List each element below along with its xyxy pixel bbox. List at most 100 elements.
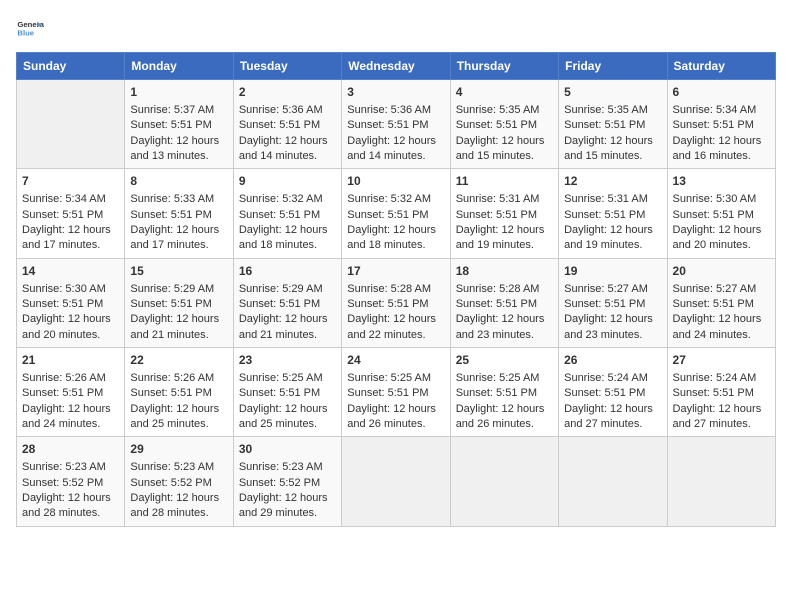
day-info: Sunrise: 5:25 AM Sunset: 5:51 PM Dayligh… <box>347 372 436 430</box>
calendar-cell: 30 Sunrise: 5:23 AM Sunset: 5:52 PM Dayli… <box>233 437 341 526</box>
day-info: Sunrise: 5:29 AM Sunset: 5:51 PM Dayligh… <box>130 283 219 341</box>
day-number: 11 <box>456 173 553 190</box>
calendar-week-row: 7 Sunrise: 5:34 AM Sunset: 5:51 PM Daylig… <box>17 169 776 258</box>
weekday-header-monday: Monday <box>125 53 233 80</box>
day-info: Sunrise: 5:30 AM Sunset: 5:51 PM Dayligh… <box>673 193 762 251</box>
page-header: General Blue <box>16 16 776 44</box>
day-info: Sunrise: 5:26 AM Sunset: 5:51 PM Dayligh… <box>130 372 219 430</box>
day-info: Sunrise: 5:36 AM Sunset: 5:51 PM Dayligh… <box>239 104 328 162</box>
calendar-week-row: 21 Sunrise: 5:26 AM Sunset: 5:51 PM Dayli… <box>17 348 776 437</box>
day-info: Sunrise: 5:27 AM Sunset: 5:51 PM Dayligh… <box>673 283 762 341</box>
calendar-cell <box>342 437 450 526</box>
day-info: Sunrise: 5:24 AM Sunset: 5:51 PM Dayligh… <box>564 372 653 430</box>
calendar-week-row: 1 Sunrise: 5:37 AM Sunset: 5:51 PM Daylig… <box>17 80 776 169</box>
day-number: 1 <box>130 84 227 101</box>
calendar-cell: 8Sunrise: 5:33 AM Sunset: 5:51 PM Daylig… <box>125 169 233 258</box>
svg-text:Blue: Blue <box>17 29 34 38</box>
day-info: Sunrise: 5:25 AM Sunset: 5:51 PM Dayligh… <box>239 372 328 430</box>
calendar-cell: 11 Sunrise: 5:31 AM Sunset: 5:51 PM Dayli… <box>450 169 558 258</box>
day-number: 15 <box>130 263 227 280</box>
calendar-cell: 9 Sunrise: 5:32 AM Sunset: 5:51 PM Daylig… <box>233 169 341 258</box>
calendar-cell: 10 Sunrise: 5:32 AM Sunset: 5:51 PM Dayli… <box>342 169 450 258</box>
calendar-cell: 26 Sunrise: 5:24 AM Sunset: 5:51 PM Dayli… <box>559 348 667 437</box>
day-info: Sunrise: 5:23 AM Sunset: 5:52 PM Dayligh… <box>239 461 328 519</box>
day-info: Sunrise: 5:34 AM Sunset: 5:51 PM Dayligh… <box>673 104 762 162</box>
day-info: Sunrise: 5:37 AM Sunset: 5:51 PM Dayligh… <box>130 104 219 162</box>
calendar-cell: 4 Sunrise: 5:35 AM Sunset: 5:51 PM Daylig… <box>450 80 558 169</box>
calendar-cell: 23 Sunrise: 5:25 AM Sunset: 5:51 PM Dayli… <box>233 348 341 437</box>
day-number: 13 <box>673 173 770 190</box>
day-number: 26 <box>564 352 661 369</box>
calendar-week-row: 14Sunrise: 5:30 AM Sunset: 5:51 PM Dayli… <box>17 258 776 347</box>
calendar-cell: 25Sunrise: 5:25 AM Sunset: 5:51 PM Dayli… <box>450 348 558 437</box>
calendar-cell: 12Sunrise: 5:31 AM Sunset: 5:51 PM Dayli… <box>559 169 667 258</box>
calendar-table: SundayMondayTuesdayWednesdayThursdayFrid… <box>16 52 776 527</box>
weekday-header-wednesday: Wednesday <box>342 53 450 80</box>
day-number: 9 <box>239 173 336 190</box>
calendar-cell: 2 Sunrise: 5:36 AM Sunset: 5:51 PM Daylig… <box>233 80 341 169</box>
day-number: 6 <box>673 84 770 101</box>
calendar-cell: 17 Sunrise: 5:28 AM Sunset: 5:51 PM Dayli… <box>342 258 450 347</box>
calendar-cell: 28Sunrise: 5:23 AM Sunset: 5:52 PM Dayli… <box>17 437 125 526</box>
day-number: 21 <box>22 352 119 369</box>
day-info: Sunrise: 5:24 AM Sunset: 5:51 PM Dayligh… <box>673 372 762 430</box>
day-info: Sunrise: 5:36 AM Sunset: 5:51 PM Dayligh… <box>347 104 436 162</box>
day-info: Sunrise: 5:23 AM Sunset: 5:52 PM Dayligh… <box>22 461 111 519</box>
day-info: Sunrise: 5:34 AM Sunset: 5:51 PM Dayligh… <box>22 193 111 251</box>
day-info: Sunrise: 5:35 AM Sunset: 5:51 PM Dayligh… <box>564 104 653 162</box>
day-number: 23 <box>239 352 336 369</box>
day-number: 7 <box>22 173 119 190</box>
weekday-header-sunday: Sunday <box>17 53 125 80</box>
day-number: 24 <box>347 352 444 369</box>
day-number: 27 <box>673 352 770 369</box>
day-info: Sunrise: 5:32 AM Sunset: 5:51 PM Dayligh… <box>239 193 328 251</box>
calendar-cell: 18 Sunrise: 5:28 AM Sunset: 5:51 PM Dayli… <box>450 258 558 347</box>
calendar-cell: 29 Sunrise: 5:23 AM Sunset: 5:52 PM Dayli… <box>125 437 233 526</box>
day-info: Sunrise: 5:25 AM Sunset: 5:51 PM Dayligh… <box>456 372 545 430</box>
day-number: 2 <box>239 84 336 101</box>
day-number: 29 <box>130 441 227 458</box>
day-info: Sunrise: 5:28 AM Sunset: 5:51 PM Dayligh… <box>347 283 436 341</box>
calendar-cell: 27 Sunrise: 5:24 AM Sunset: 5:51 PM Dayli… <box>667 348 775 437</box>
day-number: 4 <box>456 84 553 101</box>
calendar-cell: 1 Sunrise: 5:37 AM Sunset: 5:51 PM Daylig… <box>125 80 233 169</box>
weekday-header-tuesday: Tuesday <box>233 53 341 80</box>
calendar-cell: 15 Sunrise: 5:29 AM Sunset: 5:51 PM Dayli… <box>125 258 233 347</box>
weekday-header-thursday: Thursday <box>450 53 558 80</box>
day-info: Sunrise: 5:23 AM Sunset: 5:52 PM Dayligh… <box>130 461 219 519</box>
day-info: Sunrise: 5:27 AM Sunset: 5:51 PM Dayligh… <box>564 283 653 341</box>
weekday-header-friday: Friday <box>559 53 667 80</box>
logo-icon: General Blue <box>16 16 44 44</box>
day-info: Sunrise: 5:30 AM Sunset: 5:51 PM Dayligh… <box>22 283 111 341</box>
day-number: 10 <box>347 173 444 190</box>
calendar-cell: 6 Sunrise: 5:34 AM Sunset: 5:51 PM Daylig… <box>667 80 775 169</box>
day-number: 5 <box>564 84 661 101</box>
weekday-header-saturday: Saturday <box>667 53 775 80</box>
calendar-week-row: 28Sunrise: 5:23 AM Sunset: 5:52 PM Dayli… <box>17 437 776 526</box>
day-info: Sunrise: 5:32 AM Sunset: 5:51 PM Dayligh… <box>347 193 436 251</box>
logo: General Blue <box>16 16 44 44</box>
day-info: Sunrise: 5:35 AM Sunset: 5:51 PM Dayligh… <box>456 104 545 162</box>
calendar-cell: 22 Sunrise: 5:26 AM Sunset: 5:51 PM Dayli… <box>125 348 233 437</box>
calendar-cell: 13 Sunrise: 5:30 AM Sunset: 5:51 PM Dayli… <box>667 169 775 258</box>
day-number: 18 <box>456 263 553 280</box>
day-number: 12 <box>564 173 661 190</box>
day-info: Sunrise: 5:28 AM Sunset: 5:51 PM Dayligh… <box>456 283 545 341</box>
calendar-cell <box>667 437 775 526</box>
weekday-header-row: SundayMondayTuesdayWednesdayThursdayFrid… <box>17 53 776 80</box>
day-info: Sunrise: 5:26 AM Sunset: 5:51 PM Dayligh… <box>22 372 111 430</box>
day-number: 17 <box>347 263 444 280</box>
day-number: 20 <box>673 263 770 280</box>
day-number: 19 <box>564 263 661 280</box>
day-info: Sunrise: 5:31 AM Sunset: 5:51 PM Dayligh… <box>456 193 545 251</box>
day-number: 22 <box>130 352 227 369</box>
calendar-cell: 14Sunrise: 5:30 AM Sunset: 5:51 PM Dayli… <box>17 258 125 347</box>
day-number: 3 <box>347 84 444 101</box>
calendar-cell: 16Sunrise: 5:29 AM Sunset: 5:51 PM Dayli… <box>233 258 341 347</box>
calendar-cell <box>450 437 558 526</box>
calendar-cell <box>559 437 667 526</box>
day-number: 16 <box>239 263 336 280</box>
day-number: 8 <box>130 173 227 190</box>
day-number: 30 <box>239 441 336 458</box>
calendar-cell: 19 Sunrise: 5:27 AM Sunset: 5:51 PM Dayli… <box>559 258 667 347</box>
